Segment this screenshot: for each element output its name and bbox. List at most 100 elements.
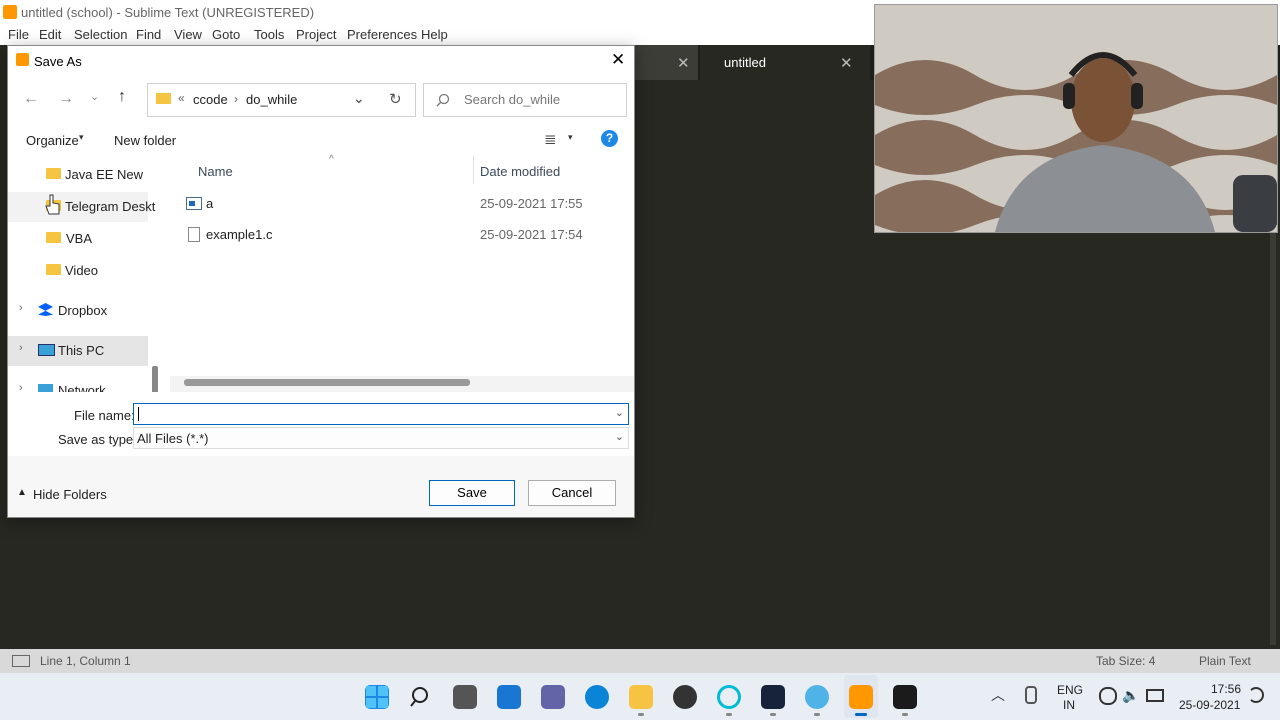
menu-preferences[interactable]: Preferences [347, 27, 417, 42]
menu-tools[interactable]: Tools [254, 27, 284, 42]
volume-icon[interactable]: 🔈 [1122, 687, 1139, 704]
search-icon[interactable] [409, 685, 433, 709]
windows-start-icon[interactable] [365, 685, 389, 709]
folder-icon [46, 232, 61, 243]
file-date: 25-09-2021 17:55 [480, 196, 583, 211]
save-button[interactable]: Save [429, 480, 515, 506]
save-as-dialog: Save As ✕ ← → ⌄ ↑ « ccode › do_while ⌄ ↻… [7, 45, 635, 518]
breadcrumb-do-while[interactable]: do_while [246, 92, 297, 107]
search-box[interactable]: Search do_while [423, 83, 627, 117]
tab-close-icon[interactable]: ✕ [677, 54, 690, 72]
save-type-label: Save as type: [58, 432, 137, 447]
file-list-hscrollbar[interactable] [184, 379, 470, 386]
nav-item-video[interactable]: Video [8, 256, 148, 286]
clock-date[interactable]: 25-09-2021 [1179, 698, 1240, 712]
file-row[interactable]: example1.c 25-09-2021 17:54 [164, 221, 624, 249]
globe-network-icon[interactable] [1099, 687, 1117, 705]
taskbar: ︿ ENG IN 🔈 17:56 25-09-2021 [0, 673, 1280, 720]
language-region[interactable]: IN [1063, 698, 1075, 712]
widgets-icon[interactable] [497, 685, 521, 709]
search-placeholder: Search do_while [464, 92, 561, 107]
nav-item-network[interactable]: › Network [8, 376, 148, 392]
search-icon [436, 93, 450, 107]
menu-goto[interactable]: Goto [212, 27, 240, 42]
menu-selection[interactable]: Selection [74, 27, 127, 42]
console-icon[interactable] [12, 655, 30, 667]
nav-item-telegram[interactable]: Telegram Deskt [8, 192, 155, 222]
chevron-right-icon[interactable]: › [19, 302, 23, 314]
recent-locations-icon[interactable]: ⌄ [90, 90, 99, 103]
chevron-right-icon[interactable]: › [19, 382, 23, 392]
syntax-mode[interactable]: Plain Text [1199, 654, 1251, 668]
hide-folders-button[interactable]: Hide Folders [33, 487, 107, 502]
forward-arrow-icon[interactable]: → [58, 90, 74, 108]
nav-item-dropbox[interactable]: › Dropbox [8, 296, 148, 326]
chevron-up-icon[interactable]: ︿ [991, 685, 1005, 705]
terminal-icon[interactable] [893, 685, 917, 709]
file-explorer-icon[interactable] [629, 685, 653, 709]
nav-item-java-ee-new[interactable]: Java EE New [8, 160, 148, 190]
help-icon[interactable]: ? [601, 130, 618, 147]
new-folder-button[interactable]: New folder [114, 133, 176, 148]
alexa-icon[interactable] [717, 685, 741, 709]
menu-project[interactable]: Project [296, 27, 336, 42]
paint-icon[interactable] [805, 685, 829, 709]
menu-view[interactable]: View [174, 27, 202, 42]
view-options-icon[interactable]: ≣ [544, 130, 557, 148]
text-caret [138, 407, 139, 421]
file-row[interactable]: a 25-09-2021 17:55 [164, 190, 624, 218]
chevron-down-icon[interactable]: ⌄ [353, 90, 365, 107]
nav-pane-scrollbar[interactable] [152, 366, 158, 392]
screen-recorder-icon[interactable] [761, 685, 785, 709]
nav-item-label: Dropbox [58, 303, 108, 318]
teams-chat-icon[interactable] [541, 685, 565, 709]
sublime-text-icon[interactable] [849, 685, 873, 709]
menu-find[interactable]: Find [136, 27, 161, 42]
chevron-up-icon[interactable]: ▲ [17, 487, 27, 498]
tab-inactive[interactable]: ✕ [630, 45, 698, 80]
breadcrumb-ccode[interactable]: ccode [193, 92, 228, 107]
nav-item-vba[interactable]: VBA [8, 224, 148, 254]
task-view-icon[interactable] [453, 685, 477, 709]
tab-untitled[interactable]: untitled ✕ [700, 45, 870, 80]
back-arrow-icon[interactable]: ← [23, 90, 39, 108]
column-header-name[interactable]: Name [198, 164, 233, 179]
file-name-label: File name: [74, 408, 135, 423]
close-icon[interactable]: ✕ [611, 50, 625, 70]
chevron-right-icon[interactable]: › [19, 342, 23, 354]
menu-file[interactable]: File [8, 27, 29, 42]
organize-button[interactable]: Organize [26, 133, 79, 148]
address-bar[interactable]: « ccode › do_while ⌄ ↻ [147, 83, 416, 117]
cancel-button[interactable]: Cancel [528, 480, 616, 506]
tab-label: untitled [724, 55, 766, 70]
edge-browser-icon[interactable] [585, 685, 609, 709]
language-code[interactable]: ENG [1057, 683, 1083, 697]
column-header-date[interactable]: Date modified [480, 164, 560, 179]
save-type-select[interactable]: All Files (*.*) ⌄ [133, 427, 629, 449]
caret-down-icon[interactable]: ▾ [568, 132, 573, 143]
breadcrumb-overflow[interactable]: « [178, 91, 185, 105]
computer-icon [38, 344, 55, 356]
network-icon [38, 384, 53, 392]
refresh-icon[interactable]: ↻ [389, 90, 402, 108]
clock-time[interactable]: 17:56 [1211, 682, 1241, 696]
file-name-input[interactable]: ⌄ [133, 403, 629, 425]
tab-close-icon[interactable]: ✕ [840, 54, 853, 72]
cursor-position: Line 1, Column 1 [40, 654, 131, 668]
app-icon[interactable] [673, 685, 697, 709]
menu-edit[interactable]: Edit [39, 27, 61, 42]
navigation-pane: Java EE New Telegram Deskt VBA Video › D… [8, 156, 162, 392]
nav-item-this-pc[interactable]: › This PC [8, 336, 148, 366]
menu-help[interactable]: Help [421, 27, 448, 42]
notification-icon[interactable] [1248, 687, 1264, 703]
file-name: example1.c [206, 227, 273, 242]
up-arrow-icon[interactable]: ↑ [118, 88, 126, 106]
microphone-icon[interactable] [1025, 686, 1037, 704]
nav-item-label: VBA [66, 231, 93, 246]
tab-size[interactable]: Tab Size: 4 [1096, 654, 1155, 668]
chevron-down-icon[interactable]: ⌄ [615, 406, 624, 419]
running-indicator [638, 713, 644, 716]
battery-icon[interactable] [1146, 689, 1164, 702]
column-divider [473, 156, 474, 184]
file-date: 25-09-2021 17:54 [480, 227, 583, 242]
